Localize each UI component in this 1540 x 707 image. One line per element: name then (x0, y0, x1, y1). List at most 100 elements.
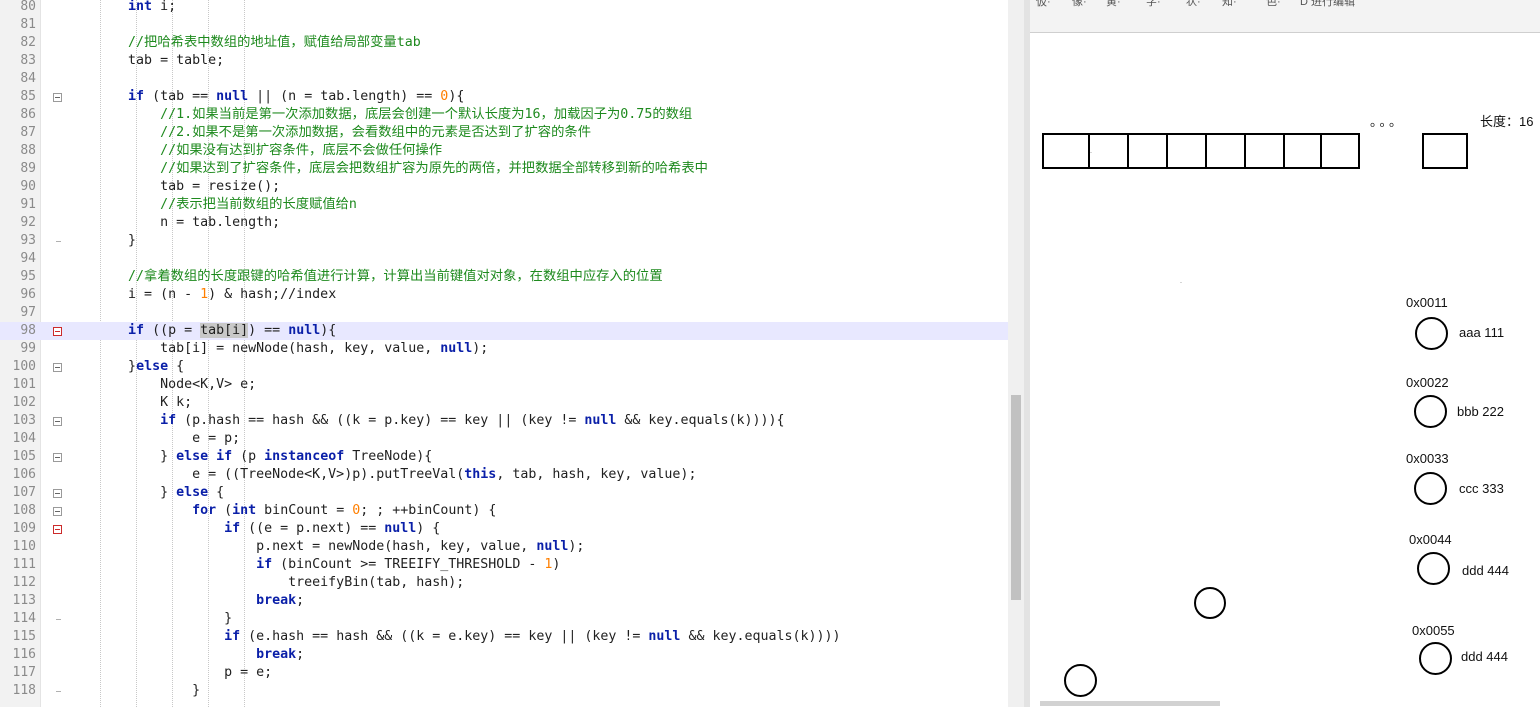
vertical-scroll-thumb[interactable] (1011, 395, 1021, 600)
fold-toggle-icon[interactable] (53, 417, 62, 426)
code-line[interactable]: 92 n = tab.length; (0, 214, 1008, 232)
code-line[interactable]: 104 e = p; (0, 430, 1008, 448)
line-number: 111 (12, 557, 36, 572)
fold-toggle-icon[interactable] (53, 453, 62, 462)
array-cell (1283, 133, 1322, 169)
code-token: } (64, 359, 137, 374)
toolbar-button[interactable]: 黄· (1106, 0, 1121, 9)
code-line[interactable]: 113 break; (0, 592, 1008, 610)
code-token: || (n = tab.length) == (248, 89, 441, 104)
node-address-label: 0x0055 (1412, 623, 1455, 638)
code-line[interactable]: 109 if ((e = p.next) == null) { (0, 520, 1008, 538)
code-text: } else { (64, 484, 224, 502)
toolbar-button[interactable]: 仮· (1036, 0, 1051, 9)
code-line[interactable]: 84 (0, 70, 1008, 88)
code-line[interactable]: 99 tab[i] = newNode(hash, key, value, nu… (0, 340, 1008, 358)
fold-toggle-icon[interactable] (53, 489, 62, 498)
line-number: 93 (20, 233, 36, 248)
selected-token: tab[i] (200, 323, 249, 338)
code-line[interactable]: 102 K k; (0, 394, 1008, 412)
code-line[interactable]: 117 p = e; (0, 664, 1008, 682)
line-number: 94 (20, 251, 36, 266)
code-line[interactable]: 97 (0, 304, 1008, 322)
code-text: if ((e = p.next) == null) { (64, 520, 440, 538)
fold-toggle-icon[interactable] (53, 507, 62, 516)
code-line[interactable]: 96 i = (n - 1) & hash;//index (0, 286, 1008, 304)
node-circle (1417, 552, 1450, 585)
code-line[interactable]: 95 //拿着数组的长度跟键的哈希值进行计算，计算出当前键值对对象，在数组中应存… (0, 268, 1008, 286)
drawing-canvas[interactable]: 。。。 长度：16 · · 0x0011 aaa 111 0x0022 bbb 222… (1030, 33, 1540, 707)
node-entry-label: ccc 333 (1459, 481, 1504, 496)
code-token: //如果达到了扩容条件，底层会把数组扩容为原先的两倍，并把数据全部转移到新的哈希… (64, 161, 708, 176)
toolbar-button[interactable]: 字· (1146, 0, 1161, 9)
line-number: 102 (12, 395, 36, 410)
code-line[interactable]: 91 //表示把当前数组的长度赋值给n (0, 196, 1008, 214)
code-line[interactable]: 118 } (0, 682, 1008, 700)
code-line[interactable]: 86 //1.如果当前是第一次添加数据，底层会创建一个默认长度为16，加载因子为… (0, 106, 1008, 124)
code-editor[interactable]: 80 int i; 81 82 //把哈希表中数组的地址值，赋值给局部变量tab 83… (0, 0, 1024, 707)
code-line[interactable]: 114 } (0, 610, 1008, 628)
code-line[interactable]: 93 } (0, 232, 1008, 250)
code-line[interactable]: 105 } else if (p instanceof TreeNode){ (0, 448, 1008, 466)
code-line[interactable]: 116 break; (0, 646, 1008, 664)
code-line[interactable]: 98 if ((p = tab[i]) == null){ (0, 322, 1008, 340)
code-line[interactable]: 111 if (binCount >= TREEIFY_THRESHOLD - … (0, 556, 1008, 574)
code-line[interactable]: 94 (0, 250, 1008, 268)
code-line[interactable]: 100 }else { (0, 358, 1008, 376)
code-token: tab = resize(); (64, 179, 281, 194)
node-circle-empty (1064, 664, 1097, 697)
code-token: K k; (64, 395, 193, 410)
fold-toggle-icon[interactable] (53, 363, 62, 372)
code-token: ){ (320, 323, 337, 338)
line-number: 103 (12, 413, 36, 428)
code-token: //2.如果不是第一次添加数据，会看数组中的元素是否达到了扩容的条件 (64, 125, 591, 140)
code-line[interactable]: 80 int i; (0, 0, 1008, 16)
code-line[interactable]: 87 //2.如果不是第一次添加数据，会看数组中的元素是否达到了扩容的条件 (0, 124, 1008, 142)
toolbar-button[interactable]: 知· (1222, 0, 1237, 9)
toolbar-button[interactable]: 色· (1266, 0, 1281, 9)
code-line[interactable]: 110 p.next = newNode(hash, key, value, n… (0, 538, 1008, 556)
vertical-scrollbar[interactable] (1008, 0, 1024, 707)
code-token: } (64, 233, 137, 248)
code-line[interactable]: 82 //把哈希表中数组的地址值，赋值给局部变量tab (0, 34, 1008, 52)
keyword-token: if (128, 89, 145, 104)
code-line[interactable]: 81 (0, 16, 1008, 34)
code-text: } (64, 610, 232, 628)
code-line[interactable]: 88 //如果没有达到扩容条件，底层不会做任何操作 (0, 142, 1008, 160)
keyword-token: if (160, 413, 177, 428)
code-token: ; ; ++binCount) { (360, 503, 497, 518)
toolbar-button[interactable]: D 进行编辑 (1300, 0, 1355, 9)
code-text: if ((p = tab[i]) == null){ (64, 322, 336, 340)
code-token: //表示把当前数组的长度赋值给n (64, 197, 357, 212)
fold-end-marker (56, 691, 61, 692)
code-line[interactable]: 112 treeifyBin(tab, hash); (0, 574, 1008, 592)
fold-toggle-icon[interactable] (53, 327, 62, 336)
fold-toggle-icon[interactable] (53, 93, 62, 102)
code-token: p.next = newNode(hash, key, value, (64, 539, 537, 554)
code-line[interactable]: 89 //如果达到了扩容条件，底层会把数组扩容为原先的两倍，并把数据全部转移到新… (0, 160, 1008, 178)
code-line[interactable]: 90 tab = resize(); (0, 178, 1008, 196)
code-line[interactable]: 101 Node<K,V> e; (0, 376, 1008, 394)
fold-toggle-icon[interactable] (53, 525, 62, 534)
code-text: if (e.hash == hash && ((k = e.key) == ke… (64, 628, 840, 646)
toolbar-button[interactable]: 状· (1186, 0, 1201, 9)
code-line[interactable]: 115 if (e.hash == hash && ((k = e.key) =… (0, 628, 1008, 646)
code-text: treeifyBin(tab, hash); (64, 574, 464, 592)
dot-mark: · (1180, 280, 1182, 286)
code-text: i = (n - 1) & hash;//index (64, 286, 336, 304)
code-line[interactable]: 85 if (tab == null || (n = tab.length) =… (0, 88, 1008, 106)
code-token: } (64, 683, 201, 698)
code-line[interactable]: 107 } else { (0, 484, 1008, 502)
code-line[interactable]: 103 if (p.hash == hash && ((k = p.key) =… (0, 412, 1008, 430)
node-circle (1414, 395, 1447, 428)
toolbar-button[interactable]: 像· (1072, 0, 1087, 9)
horizontal-scroll-thumb[interactable] (1040, 701, 1220, 706)
code-line[interactable]: 83 tab = table; (0, 52, 1008, 70)
code-line[interactable]: 108 for (int binCount = 0; ; ++binCount)… (0, 502, 1008, 520)
code-line[interactable]: 106 e = ((TreeNode<K,V>)p).putTreeVal(th… (0, 466, 1008, 484)
node-address-label: 0x0044 (1409, 532, 1452, 547)
code-text: tab[i] = newNode(hash, key, value, null)… (64, 340, 488, 358)
array-length-label: 长度：16 (1480, 114, 1534, 129)
